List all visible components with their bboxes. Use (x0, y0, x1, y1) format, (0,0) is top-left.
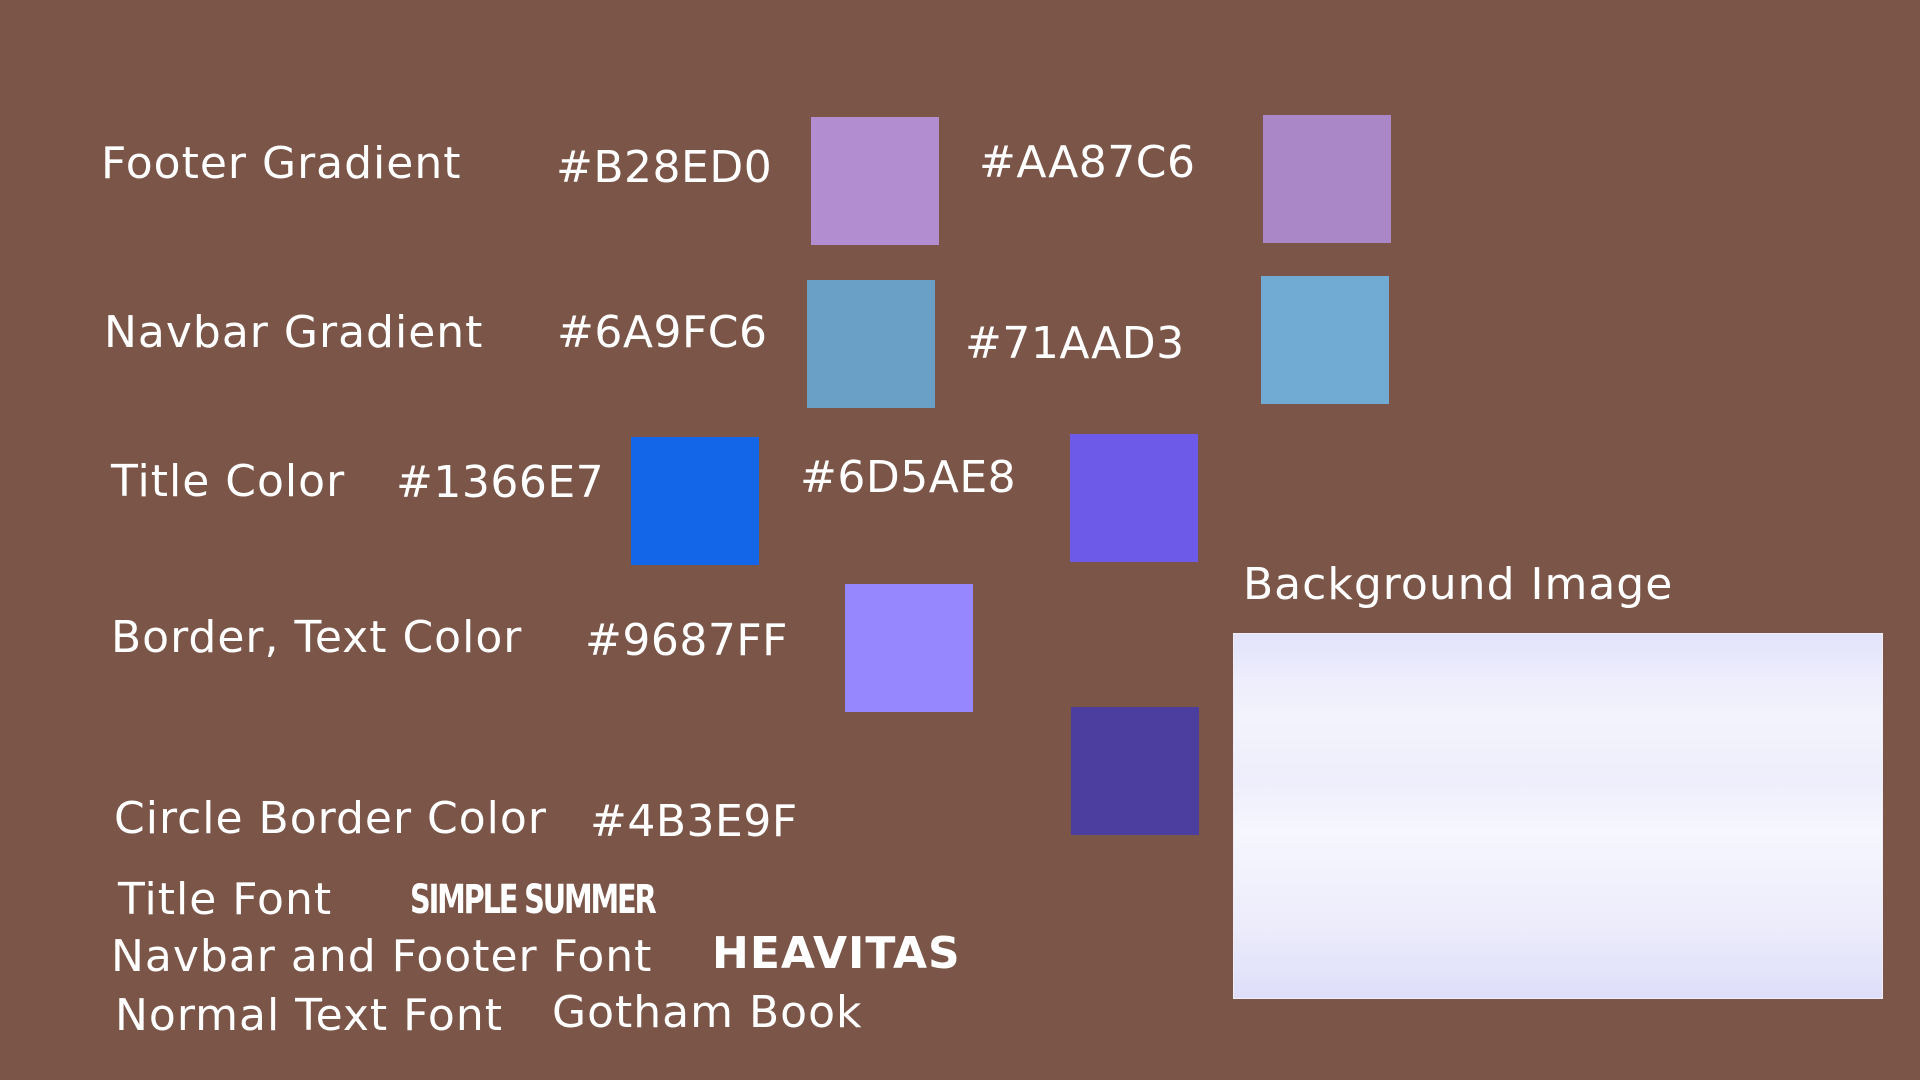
title-color-hex-2: #6D5AE8 (800, 452, 1017, 503)
footer-gradient-label: Footer Gradient (101, 138, 462, 189)
navbar-gradient-hex-1: #6A9FC6 (557, 307, 768, 358)
navbar-footer-font-sample: HEAVITAS (712, 928, 961, 979)
color-palette-board: Footer Gradient #B28ED0 #AA87C6 Navbar G… (0, 0, 1920, 1080)
navbar-gradient-label: Navbar Gradient (104, 307, 484, 358)
circle-border-color-label: Circle Border Color (114, 793, 547, 844)
navbar-gradient-swatch-2 (1261, 276, 1389, 404)
background-image-label: Background Image (1243, 559, 1674, 610)
background-image-preview (1233, 633, 1883, 999)
circle-border-color-hex: #4B3E9F (590, 796, 798, 847)
footer-gradient-hex-2: #AA87C6 (979, 137, 1196, 188)
navbar-gradient-hex-2: #71AAD3 (965, 318, 1185, 369)
border-text-color-hex: #9687FF (585, 615, 788, 666)
navbar-gradient-swatch-1 (807, 280, 935, 408)
normal-text-font-sample: Gotham Book (552, 987, 863, 1038)
footer-gradient-swatch-2 (1263, 115, 1391, 243)
border-text-color-label: Border, Text Color (111, 612, 523, 663)
title-color-label: Title Color (111, 456, 346, 507)
border-text-color-swatch (845, 584, 973, 712)
title-color-swatch-1 (631, 437, 759, 565)
circle-border-color-swatch (1071, 707, 1199, 835)
title-color-hex-1: #1366E7 (396, 457, 605, 508)
title-color-swatch-2 (1070, 434, 1198, 562)
normal-text-font-label: Normal Text Font (115, 990, 503, 1041)
footer-gradient-hex-1: #B28ED0 (556, 142, 773, 193)
footer-gradient-swatch-1 (811, 117, 939, 245)
title-font-label: Title Font (118, 874, 333, 925)
title-font-sample: SIMPLE SUMMER (410, 877, 657, 923)
navbar-footer-font-label: Navbar and Footer Font (111, 931, 653, 982)
